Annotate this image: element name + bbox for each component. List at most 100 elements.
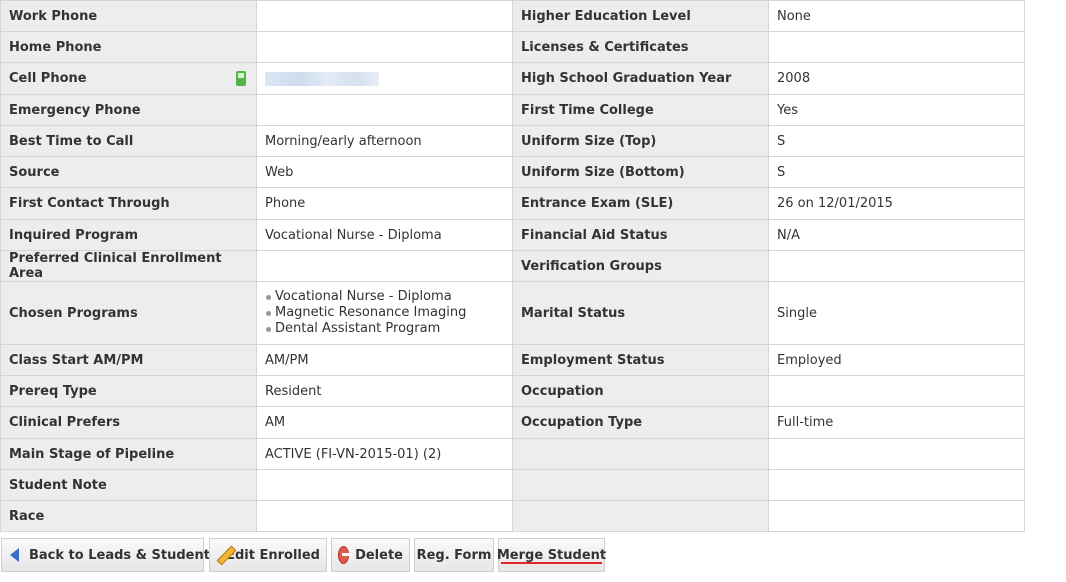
table-row: Class Start AM/PM AM/PM Employment Statu… [0, 344, 1025, 376]
table-row: Race [0, 500, 1025, 532]
value-entrance-exam: 26 on 12/01/2015 [768, 187, 1025, 220]
value-marital-status: Single [768, 281, 1025, 345]
value-main-stage: ACTIVE (FI-VN-2015-01) (2) [256, 438, 513, 470]
value-home-phone [256, 31, 513, 63]
label-chosen-programs: Chosen Programs [0, 281, 257, 345]
back-to-leads-button[interactable]: Back to Leads & Students [1, 538, 218, 572]
value-inquired-program: Vocational Nurse - Diploma [256, 219, 513, 251]
value-empty [768, 500, 1025, 532]
student-info-table: Work Phone Higher Education Level None H… [0, 0, 1025, 532]
label-first-contact: First Contact Through [0, 187, 257, 220]
value-higher-education: None [768, 0, 1025, 32]
list-item: Magnetic Resonance Imaging [265, 305, 504, 321]
label-source: Source [0, 156, 257, 188]
value-empty [768, 469, 1025, 501]
edit-button-label: Edit Enrolled [226, 547, 320, 563]
value-financial-aid: N/A [768, 219, 1025, 251]
back-button-label: Back to Leads & Students [29, 547, 218, 563]
delete-button[interactable]: Delete [331, 538, 410, 572]
table-row: Cell Phone High School Graduation Year 2… [0, 62, 1025, 95]
label-cell-phone-text: Cell Phone [9, 71, 87, 86]
value-cell-phone [256, 62, 513, 95]
label-race: Race [0, 500, 257, 532]
table-row: Inquired Program Vocational Nurse - Dipl… [0, 219, 1025, 251]
value-class-start: AM/PM [256, 344, 513, 376]
label-financial-aid: Financial Aid Status [512, 219, 769, 251]
table-row: Prereq Type Resident Occupation [0, 375, 1025, 407]
reg-form-label: Reg. Form [416, 547, 492, 563]
value-clinical-prefers: AM [256, 406, 513, 439]
value-emergency-phone [256, 94, 513, 126]
label-main-stage: Main Stage of Pipeline [0, 438, 257, 470]
value-work-phone [256, 0, 513, 32]
label-licenses: Licenses & Certificates [512, 31, 769, 63]
list-item: Vocational Nurse - Diploma [265, 289, 504, 305]
chosen-programs-list: Vocational Nurse - Diploma Magnetic Reso… [265, 289, 504, 337]
table-row: Chosen Programs Vocational Nurse - Diplo… [0, 281, 1025, 345]
table-row: Student Note [0, 469, 1025, 501]
value-clinical-area [256, 250, 513, 282]
label-clinical-area: Preferred Clinical Enrollment Area [0, 250, 257, 282]
table-row: Source Web Uniform Size (Bottom) S [0, 156, 1025, 188]
value-best-time: Morning/early afternoon [256, 125, 513, 157]
label-best-time: Best Time to Call [0, 125, 257, 157]
label-student-note: Student Note [0, 469, 257, 501]
label-cell-phone: Cell Phone [0, 62, 257, 95]
label-empty [512, 500, 769, 532]
table-row: First Contact Through Phone Entrance Exa… [0, 187, 1025, 220]
label-class-start: Class Start AM/PM [0, 344, 257, 376]
value-student-note [256, 469, 513, 501]
reg-form-button[interactable]: Reg. Form [414, 538, 494, 572]
value-hs-grad-year: 2008 [768, 62, 1025, 95]
blurred-phone-number [265, 71, 379, 86]
label-verification-groups: Verification Groups [512, 250, 769, 282]
table-row: Best Time to Call Morning/early afternoo… [0, 125, 1025, 157]
label-employment-status: Employment Status [512, 344, 769, 376]
delete-button-label: Delete [355, 547, 403, 563]
value-first-contact: Phone [256, 187, 513, 220]
label-prereq-type: Prereq Type [0, 375, 257, 407]
value-occupation-type: Full-time [768, 406, 1025, 439]
label-uniform-bottom: Uniform Size (Bottom) [512, 156, 769, 188]
table-row: Work Phone Higher Education Level None [0, 0, 1025, 32]
value-empty [768, 438, 1025, 470]
label-empty [512, 469, 769, 501]
table-row: Emergency Phone First Time College Yes [0, 94, 1025, 126]
table-row: Main Stage of Pipeline ACTIVE (FI-VN-201… [0, 438, 1025, 470]
cell-phone-icon[interactable] [236, 71, 246, 86]
label-hs-grad-year: High School Graduation Year [512, 62, 769, 95]
label-occupation-type: Occupation Type [512, 406, 769, 439]
value-uniform-top: S [768, 125, 1025, 157]
label-clinical-prefers: Clinical Prefers [0, 406, 257, 439]
label-emergency-phone: Emergency Phone [0, 94, 257, 126]
value-uniform-bottom: S [768, 156, 1025, 188]
value-first-time-college: Yes [768, 94, 1025, 126]
table-row: Home Phone Licenses & Certificates [0, 31, 1025, 63]
value-prereq-type: Resident [256, 375, 513, 407]
back-arrow-icon [10, 548, 19, 562]
value-employment-status: Employed [768, 344, 1025, 376]
table-row: Preferred Clinical Enrollment Area Verif… [0, 250, 1025, 282]
label-work-phone: Work Phone [0, 0, 257, 32]
label-entrance-exam: Entrance Exam (SLE) [512, 187, 769, 220]
label-uniform-top: Uniform Size (Top) [512, 125, 769, 157]
table-row: Clinical Prefers AM Occupation Type Full… [0, 406, 1025, 439]
value-race [256, 500, 513, 532]
label-marital-status: Marital Status [512, 281, 769, 345]
delete-icon [338, 546, 353, 564]
value-chosen-programs: Vocational Nurse - Diploma Magnetic Reso… [256, 281, 513, 345]
value-source: Web [256, 156, 513, 188]
value-verification-groups [768, 250, 1025, 282]
label-empty [512, 438, 769, 470]
value-licenses [768, 31, 1025, 63]
label-home-phone: Home Phone [0, 31, 257, 63]
label-inquired-program: Inquired Program [0, 219, 257, 251]
edit-enrolled-button[interactable]: Edit Enrolled [209, 538, 327, 572]
pencil-icon [216, 546, 222, 564]
merge-student-label: Merge Student [496, 547, 607, 563]
label-higher-education: Higher Education Level [512, 0, 769, 32]
value-occupation [768, 375, 1025, 407]
merge-student-button[interactable]: Merge Student [496, 538, 607, 572]
label-first-time-college: First Time College [512, 94, 769, 126]
label-occupation: Occupation [512, 375, 769, 407]
